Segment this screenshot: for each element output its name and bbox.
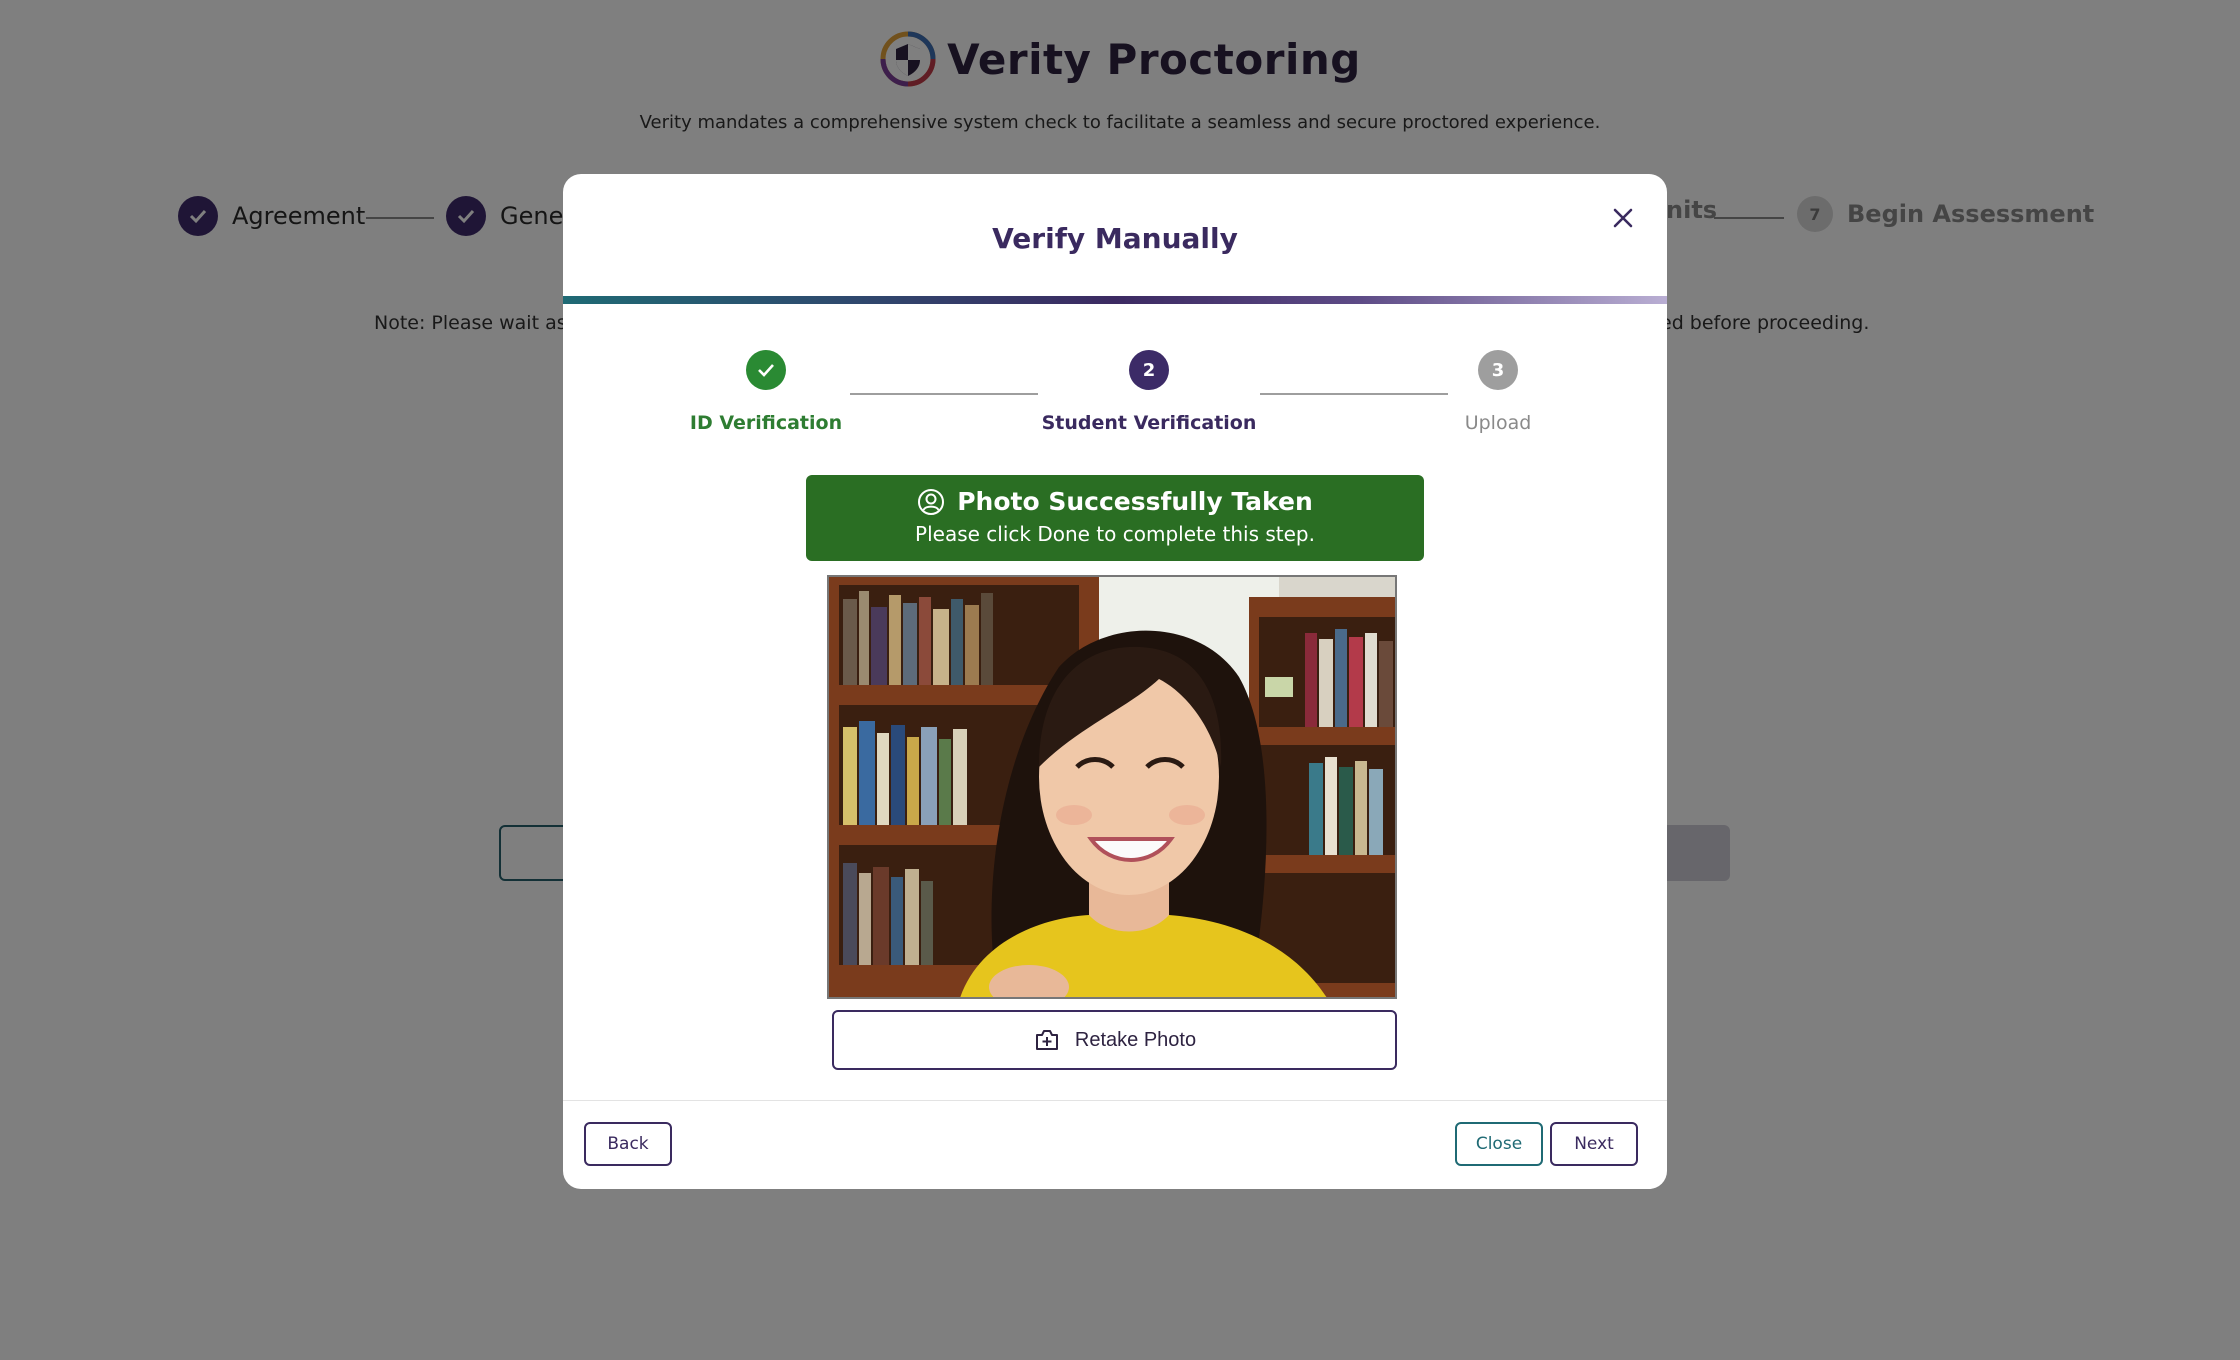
step-id-verification: ID Verification bbox=[646, 350, 886, 434]
back-button[interactable]: Back bbox=[584, 1122, 672, 1166]
retake-photo-label: Retake Photo bbox=[1074, 1028, 1197, 1051]
success-banner: Photo Successfully Taken Please click Do… bbox=[806, 475, 1424, 561]
verification-stepper: ID Verification 2 Student Verification 3… bbox=[563, 350, 1667, 450]
step-number: 2 bbox=[1129, 350, 1169, 390]
banner-subtitle: Please click Done to complete this step. bbox=[915, 522, 1315, 546]
user-circle-icon bbox=[918, 488, 945, 515]
check-icon bbox=[746, 350, 786, 390]
close-button[interactable]: Close bbox=[1455, 1122, 1543, 1166]
captured-photo bbox=[827, 575, 1397, 999]
banner-title-row: Photo Successfully Taken bbox=[806, 487, 1424, 516]
step-upload: 3 Upload bbox=[1378, 350, 1618, 434]
step-number: 3 bbox=[1478, 350, 1518, 390]
next-button[interactable]: Next bbox=[1550, 1122, 1638, 1166]
close-icon[interactable] bbox=[1601, 196, 1645, 240]
step-label: ID Verification bbox=[689, 412, 843, 434]
modal-title: Verify Manually bbox=[992, 222, 1238, 255]
step-label: Student Verification bbox=[1041, 412, 1257, 434]
step-label: Upload bbox=[1464, 412, 1532, 434]
camera-plus-icon bbox=[1035, 1030, 1058, 1050]
banner-title: Photo Successfully Taken bbox=[957, 487, 1313, 516]
retake-photo-button[interactable]: Retake Photo bbox=[832, 1010, 1397, 1070]
footer-divider bbox=[563, 1100, 1667, 1101]
step-student-verification: 2 Student Verification bbox=[1029, 350, 1269, 434]
gradient-divider bbox=[563, 296, 1667, 304]
verify-manually-modal: Verify Manually ID Verification 2 Studen… bbox=[563, 174, 1667, 1189]
student-photo-image bbox=[829, 577, 1395, 997]
